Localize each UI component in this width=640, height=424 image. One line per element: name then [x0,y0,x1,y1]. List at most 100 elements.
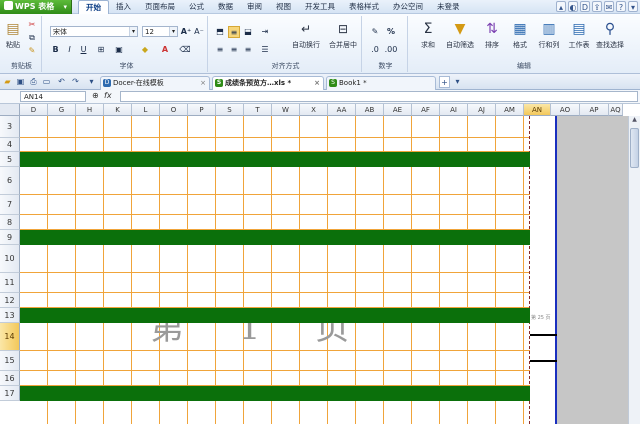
tab-9[interactable]: 办公空间 [386,0,430,14]
column-header-aq[interactable]: AQ [609,104,623,116]
auto-filter-button[interactable]: ▼ 自动筛选 [444,20,476,50]
indent-icon[interactable]: ⇥ [258,26,272,38]
sum-button[interactable]: Σ 求和 [414,20,442,50]
skin-icon[interactable]: ◐ [568,1,578,12]
row-header-11[interactable]: 11 [0,273,20,293]
column-header-af[interactable]: AF [412,104,440,116]
row-header-6[interactable]: 6 [0,167,20,195]
redo-icon[interactable]: ↷ [70,76,81,88]
column-header-p[interactable]: P [188,104,216,116]
scroll-thumb[interactable] [630,128,639,168]
shrink-font-icon[interactable]: A⁻ [193,26,205,38]
close-icon[interactable]: × [314,77,320,90]
close-icon[interactable]: × [200,77,206,90]
copy-icon[interactable]: ⧉ [26,32,38,44]
share-icon[interactable]: ⇪ [592,1,602,12]
column-header-t[interactable]: T [244,104,272,116]
fill-color-icon[interactable]: ◆ [138,44,152,56]
percent-button[interactable]: % [384,26,398,38]
tab-6[interactable]: 视图 [269,0,298,14]
border-icon[interactable]: ⊞ [94,44,108,56]
number-format-icon[interactable]: ✎ [368,26,382,38]
column-header-aj[interactable]: AJ [468,104,496,116]
zoom-icon[interactable]: ⊕ [92,91,99,100]
wps-menu-button[interactable]: WPS 表格 ▾ [0,0,72,14]
tab-0[interactable]: 开始 [78,0,109,14]
row-header-9[interactable]: 9 [0,230,20,245]
format-painter-icon[interactable]: ✎ [26,45,38,57]
print-icon[interactable]: ⎙ [28,76,39,88]
settings-icon[interactable]: ▾ [628,1,638,12]
row-header-7[interactable]: 7 [0,195,20,215]
column-header-d[interactable]: D [20,104,48,116]
customize-icon[interactable]: ▾ [86,76,97,88]
row-header-8[interactable]: 8 [0,215,20,230]
italic-button[interactable]: I [64,44,75,56]
select-all-corner[interactable] [0,104,20,116]
wrap-text-button[interactable]: ↵ 自动换行 [290,20,322,50]
tab-7[interactable]: 开发工具 [298,0,342,14]
open-icon[interactable]: ▰ [2,76,13,88]
merge-icon[interactable]: ▣ [112,44,126,56]
save-icon[interactable]: ▣ [15,76,26,88]
row-header-5[interactable]: 5 [0,152,20,167]
cut-icon[interactable]: ✂ [26,19,38,31]
merge-center-button[interactable]: ⊟ 合并居中 [326,20,360,50]
tab-8[interactable]: 表格样式 [342,0,386,14]
column-header-h[interactable]: H [76,104,104,116]
column-header-ab[interactable]: AB [356,104,384,116]
column-header-l[interactable]: L [132,104,160,116]
column-header-an[interactable]: AN [524,104,551,116]
minimize-ribbon-icon[interactable]: ▴ [556,1,566,12]
function-button[interactable]: fx [104,91,112,100]
paste-button[interactable]: ▤ 粘贴 [4,20,22,50]
row-header-17[interactable]: 17 [0,386,20,401]
rows-columns-button[interactable]: ▥ 行和列 [536,20,562,50]
docer-icon[interactable]: D [580,1,590,12]
font-name-select[interactable]: 宋体 ▾ [50,26,138,37]
distribute-icon[interactable]: ☰ [258,44,272,56]
row-header-10[interactable]: 10 [0,245,20,273]
doc-tab-grades[interactable]: S 成绩条预览方…xls * × [212,76,324,90]
align-top-icon[interactable]: ⬒ [214,26,226,38]
align-center-icon[interactable]: ≡ [228,44,240,56]
font-color-icon[interactable]: A [158,44,172,56]
row-header-15[interactable]: 15 [0,351,20,371]
clear-format-icon[interactable]: ⌫ [178,44,192,56]
scroll-up-icon[interactable]: ▲ [630,116,639,126]
column-header-o[interactable]: O [160,104,188,116]
row-header-14[interactable]: 14 [0,323,20,351]
name-box[interactable]: AN14 [20,91,86,102]
column-header-x[interactable]: X [300,104,328,116]
tab-4[interactable]: 数据 [211,0,240,14]
help-icon[interactable]: ? [616,1,626,12]
row-header-16[interactable]: 16 [0,371,20,386]
column-header-ao[interactable]: AO [551,104,580,116]
increase-decimal-icon[interactable]: .0 [368,44,382,56]
vertical-scrollbar[interactable]: ▲ [628,116,640,424]
worksheet-button[interactable]: ▤ 工作表 [566,20,592,50]
align-bottom-icon[interactable]: ⬓ [242,26,254,38]
format-button[interactable]: ▦ 格式 [508,20,532,50]
font-size-select[interactable]: 12 ▾ [142,26,178,37]
doc-tab-docer[interactable]: D Docer-在线模板 × [100,76,210,90]
print-preview-icon[interactable]: ▭ [41,76,52,88]
tab-list-icon[interactable]: ▾ [452,76,463,88]
sort-button[interactable]: ⇅ 排序 [480,20,504,50]
bold-button[interactable]: B [50,44,61,56]
doc-tab-book1[interactable]: S Book1 * [326,76,436,90]
column-header-ai[interactable]: AI [440,104,468,116]
tab-5[interactable]: 审阅 [240,0,269,14]
row-header-12[interactable]: 12 [0,293,20,308]
column-header-s[interactable]: S [216,104,244,116]
row-header-3[interactable]: 3 [0,116,20,138]
decrease-decimal-icon[interactable]: .00 [384,44,398,56]
new-tab-button[interactable]: + [439,76,450,88]
column-header-k[interactable]: K [104,104,132,116]
row-header-4[interactable]: 4 [0,138,20,152]
underline-button[interactable]: U [78,44,89,56]
grow-font-icon[interactable]: A⁺ [180,26,192,38]
formula-input[interactable] [120,91,638,102]
undo-icon[interactable]: ↶ [56,76,67,88]
mail-icon[interactable]: ✉ [604,1,614,12]
